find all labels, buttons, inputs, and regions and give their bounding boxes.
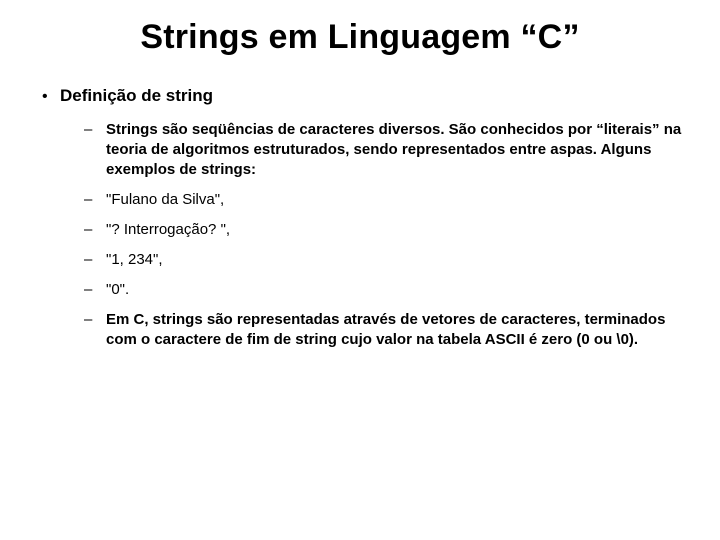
list-item-text: "1, 234", xyxy=(106,250,163,270)
dash-icon: – xyxy=(84,190,106,210)
slide-title: Strings em Linguagem “C” xyxy=(36,18,684,57)
slide: Strings em Linguagem “C” • Definição de … xyxy=(0,0,720,540)
list-item-text: "0". xyxy=(106,280,129,300)
list-item: – "Fulano da Silva", xyxy=(84,190,684,210)
dash-icon: – xyxy=(84,310,106,330)
list-item-text: "Fulano da Silva", xyxy=(106,190,224,210)
level2-list: – Strings são seqüências de caracteres d… xyxy=(84,120,684,350)
list-item: – "1, 234", xyxy=(84,250,684,270)
list-item: – Strings são seqüências de caracteres d… xyxy=(84,120,684,180)
dash-icon: – xyxy=(84,220,106,240)
dash-icon: – xyxy=(84,120,106,140)
level1-bullet: • Definição de string – Strings são seqü… xyxy=(42,85,684,350)
level1-text: Definição de string xyxy=(60,85,213,107)
list-item: – "0". xyxy=(84,280,684,300)
list-item: – "? Interrogação? ", xyxy=(84,220,684,240)
level1-row: • Definição de string xyxy=(42,85,684,108)
dash-icon: – xyxy=(84,250,106,270)
list-item: – Em C, strings são representadas atravé… xyxy=(84,310,684,350)
bullet-dot-icon: • xyxy=(42,85,60,108)
dash-icon: – xyxy=(84,280,106,300)
list-item-text: "? Interrogação? ", xyxy=(106,220,230,240)
list-item-text: Em C, strings são representadas através … xyxy=(106,310,684,350)
list-item-text: Strings são seqüências de caracteres div… xyxy=(106,120,684,180)
